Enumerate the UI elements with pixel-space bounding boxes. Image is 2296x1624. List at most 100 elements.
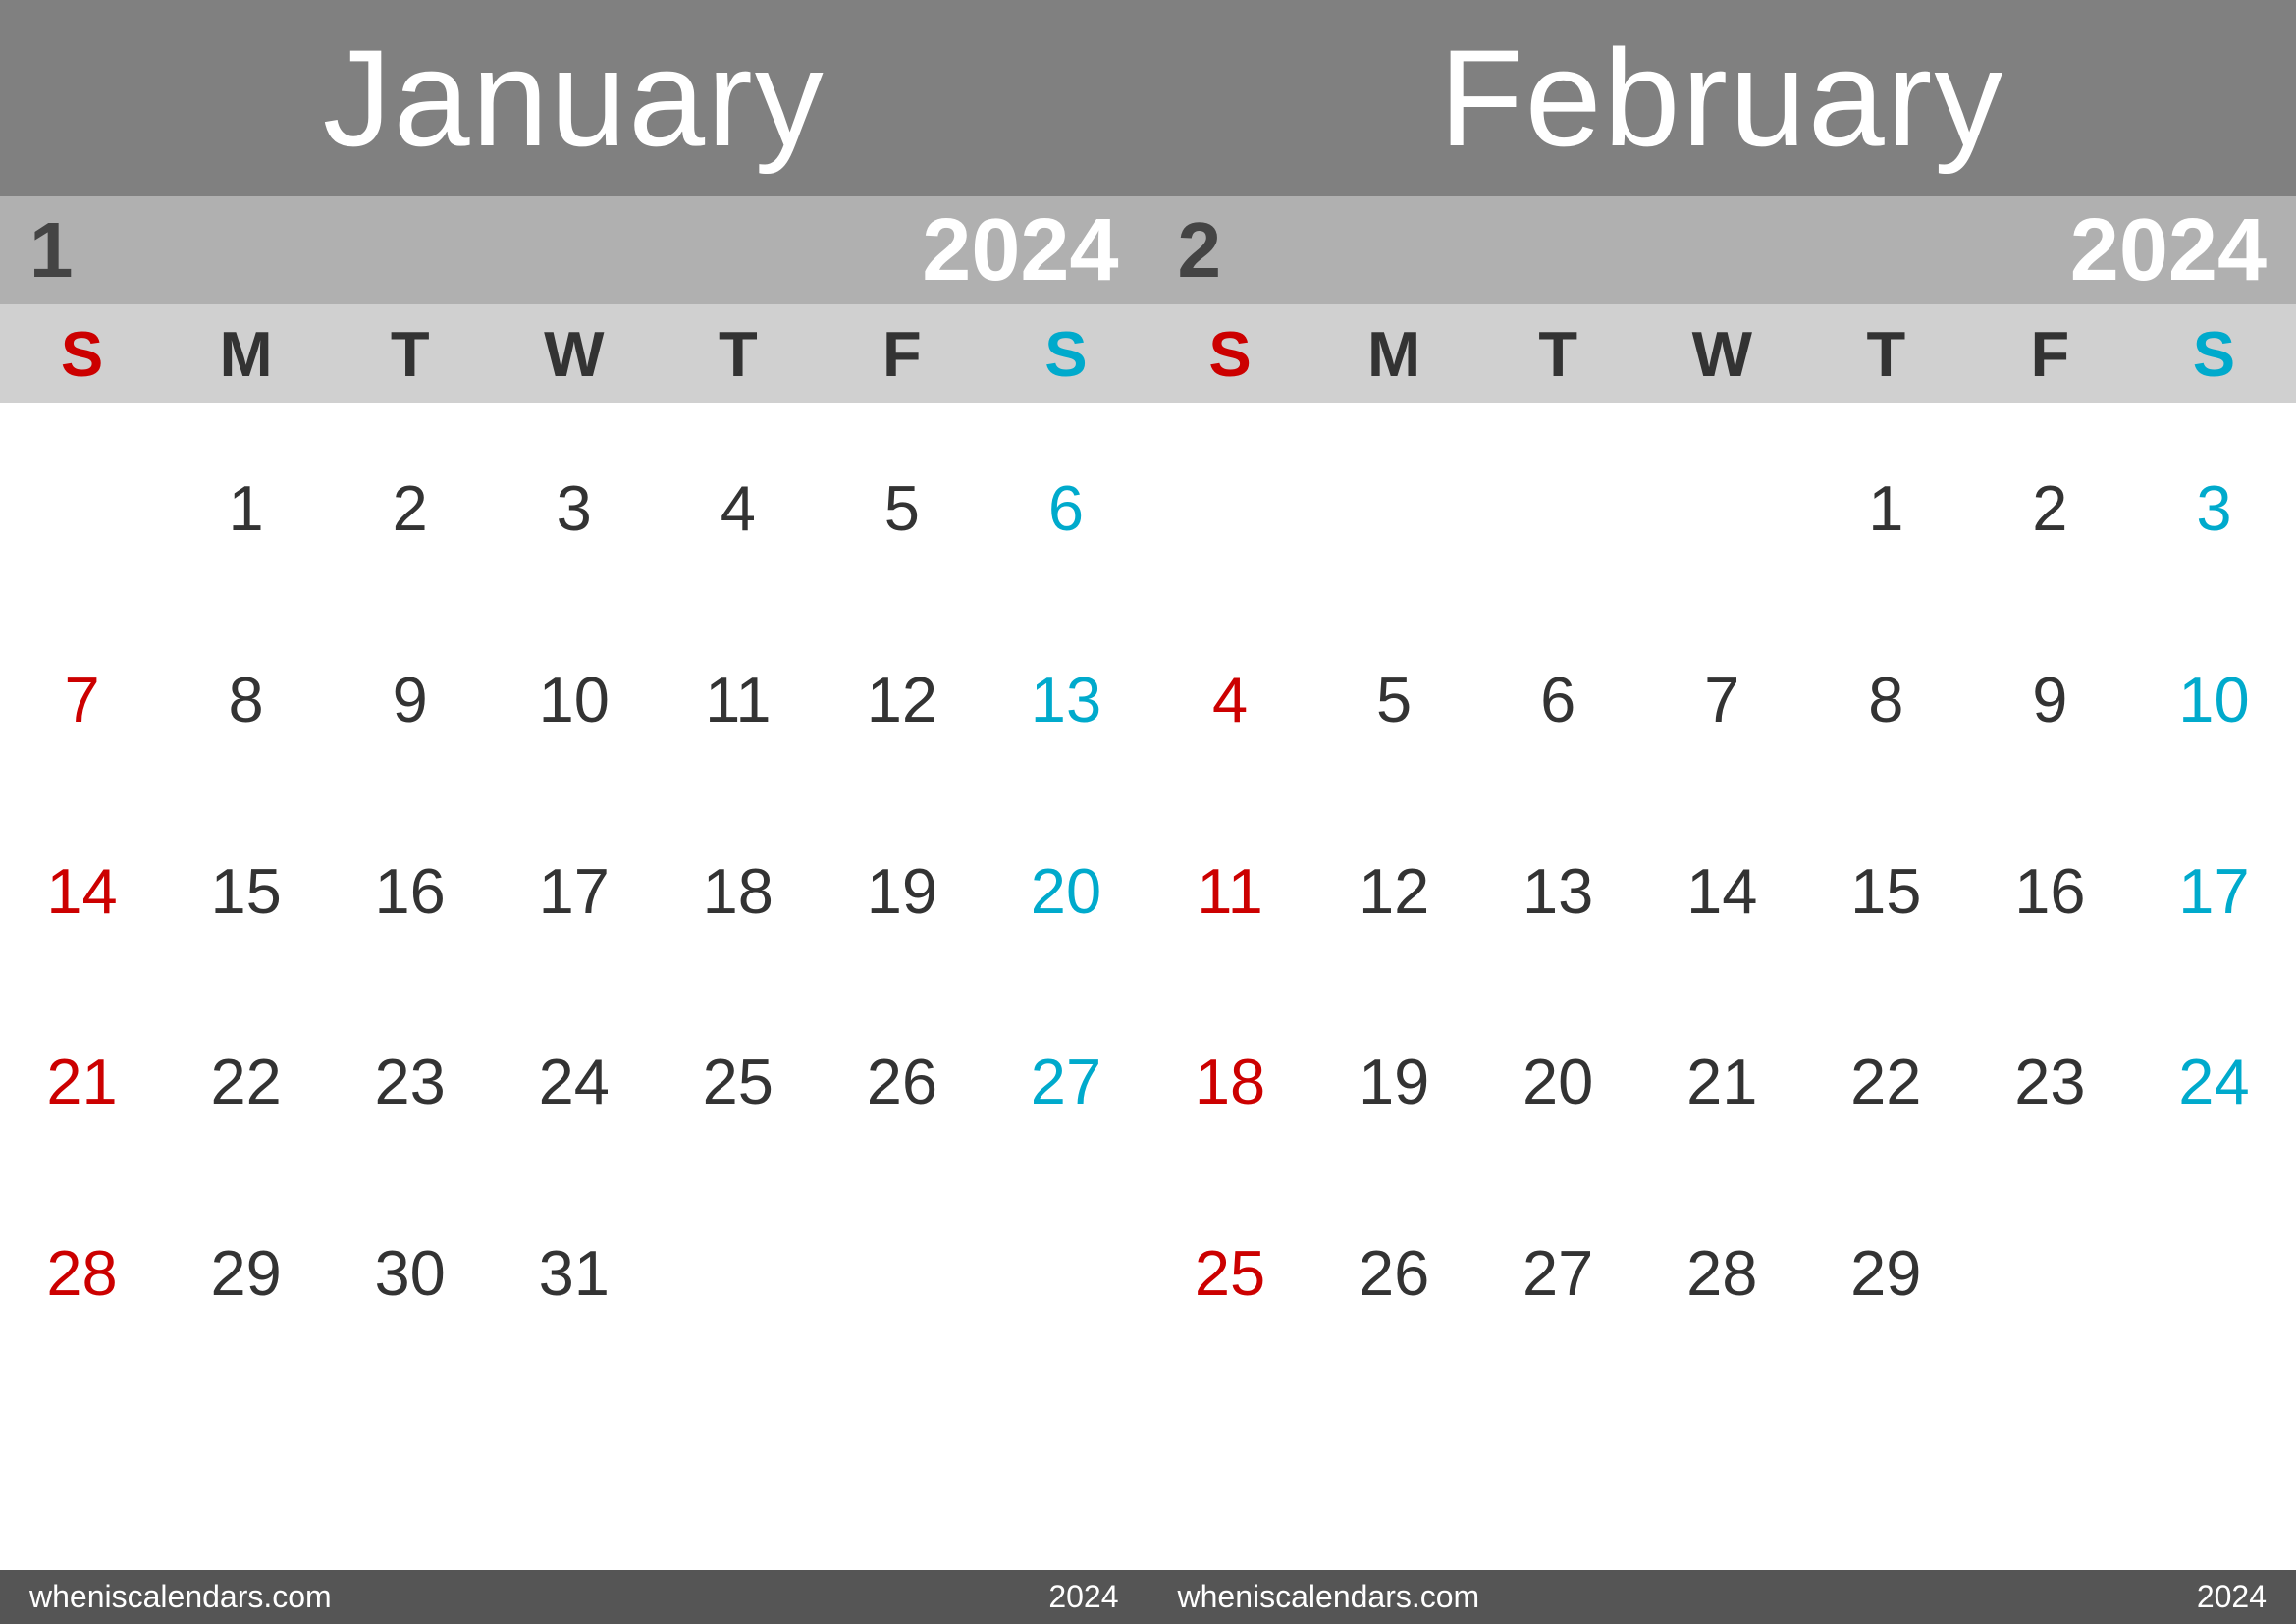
january-title: January (323, 19, 826, 178)
jan-day-cell: 27 (984, 986, 1148, 1177)
feb-day-cell: 15 (1804, 795, 1968, 987)
jan-header-wed: W (492, 317, 656, 391)
february-header: February (1148, 0, 2296, 196)
january-month-number: 1 (29, 205, 74, 296)
jan-day-cell: 10 (492, 604, 656, 795)
feb-day-cell: 1 (1804, 412, 1968, 604)
january-year-row: 1 2024 (0, 196, 1148, 304)
jan-day-cell: 20 (984, 795, 1148, 987)
jan-day-cell: 15 (164, 795, 328, 987)
feb-day-cell: 19 (1312, 986, 1476, 1177)
january-year: 2024 (922, 200, 1118, 301)
feb-day-cell (1640, 412, 1804, 604)
feb-day-cell: 12 (1312, 795, 1476, 987)
feb-day-cell: 21 (1640, 986, 1804, 1177)
january-footer-left: wheniscalendars.com (29, 1579, 332, 1615)
feb-day-cell: 16 (1968, 795, 2132, 987)
january-calendar: January 1 2024 S M T W T F S 12345678910… (0, 0, 1148, 1624)
jan-day-cell: 25 (656, 986, 820, 1177)
feb-day-cell (1476, 412, 1640, 604)
feb-day-cell (1148, 1369, 1312, 1560)
jan-day-cell (164, 1369, 328, 1560)
february-month-number: 2 (1178, 205, 1222, 296)
feb-day-cell: 17 (2132, 795, 2296, 987)
february-days-header: S M T W T F S (1148, 304, 2296, 403)
jan-day-cell (984, 1369, 1148, 1560)
jan-day-cell: 26 (820, 986, 984, 1177)
jan-header-fri: F (820, 317, 984, 391)
february-footer: wheniscalendars.com 2024 (1148, 1570, 2296, 1624)
jan-day-cell: 9 (328, 604, 492, 795)
jan-day-cell: 13 (984, 604, 1148, 795)
jan-day-cell: 7 (0, 604, 164, 795)
feb-day-cell: 5 (1312, 604, 1476, 795)
jan-day-cell (0, 1369, 164, 1560)
jan-day-cell: 30 (328, 1177, 492, 1369)
jan-day-cell: 4 (656, 412, 820, 604)
jan-day-cell: 28 (0, 1177, 164, 1369)
jan-day-cell: 12 (820, 604, 984, 795)
feb-day-cell (1640, 1369, 1804, 1560)
feb-day-cell (1312, 412, 1476, 604)
jan-day-cell: 21 (0, 986, 164, 1177)
feb-day-cell: 18 (1148, 986, 1312, 1177)
feb-day-cell: 28 (1640, 1177, 1804, 1369)
feb-day-cell: 13 (1476, 795, 1640, 987)
jan-header-sat: S (984, 317, 1148, 391)
jan-day-cell: 11 (656, 604, 820, 795)
jan-day-cell (0, 412, 164, 604)
february-grid: 1234567891011121314151617181920212223242… (1148, 403, 2296, 1570)
february-year-row: 2 2024 (1148, 196, 2296, 304)
jan-day-cell: 19 (820, 795, 984, 987)
jan-day-cell: 16 (328, 795, 492, 987)
jan-day-cell: 23 (328, 986, 492, 1177)
jan-day-cell: 5 (820, 412, 984, 604)
feb-day-cell: 14 (1640, 795, 1804, 987)
feb-day-cell: 6 (1476, 604, 1640, 795)
feb-day-cell: 20 (1476, 986, 1640, 1177)
feb-day-cell: 26 (1312, 1177, 1476, 1369)
feb-day-cell (1968, 1369, 2132, 1560)
feb-day-cell: 23 (1968, 986, 2132, 1177)
february-year: 2024 (2070, 200, 2267, 301)
feb-day-cell (1148, 412, 1312, 604)
jan-day-cell: 24 (492, 986, 656, 1177)
february-footer-right: 2024 (2197, 1579, 2267, 1615)
feb-day-cell: 25 (1148, 1177, 1312, 1369)
jan-day-cell (820, 1369, 984, 1560)
feb-day-cell (2132, 1369, 2296, 1560)
feb-day-cell (2132, 1177, 2296, 1369)
jan-day-cell (984, 1177, 1148, 1369)
feb-day-cell: 7 (1640, 604, 1804, 795)
feb-day-cell (1968, 1177, 2132, 1369)
feb-header-tue: T (1476, 317, 1640, 391)
feb-day-cell: 27 (1476, 1177, 1640, 1369)
jan-day-cell: 17 (492, 795, 656, 987)
jan-day-cell: 1 (164, 412, 328, 604)
feb-day-cell (1476, 1369, 1640, 1560)
feb-day-cell (1804, 1369, 1968, 1560)
jan-day-cell (328, 1369, 492, 1560)
january-grid: 1234567891011121314151617181920212223242… (0, 403, 1148, 1570)
jan-day-cell: 18 (656, 795, 820, 987)
feb-header-mon: M (1312, 317, 1476, 391)
feb-header-fri: F (1968, 317, 2132, 391)
jan-day-cell: 14 (0, 795, 164, 987)
feb-day-cell: 24 (2132, 986, 2296, 1177)
feb-day-cell: 11 (1148, 795, 1312, 987)
feb-header-sun: S (1148, 317, 1312, 391)
jan-day-cell (656, 1369, 820, 1560)
feb-day-cell: 4 (1148, 604, 1312, 795)
jan-day-cell (656, 1177, 820, 1369)
january-footer: wheniscalendars.com 2024 (0, 1570, 1148, 1624)
jan-day-cell: 29 (164, 1177, 328, 1369)
january-days-header: S M T W T F S (0, 304, 1148, 403)
february-footer-left: wheniscalendars.com (1178, 1579, 1480, 1615)
feb-day-cell: 22 (1804, 986, 1968, 1177)
jan-header-sun: S (0, 317, 164, 391)
feb-day-cell: 2 (1968, 412, 2132, 604)
jan-day-cell: 31 (492, 1177, 656, 1369)
jan-header-thu: T (656, 317, 820, 391)
jan-day-cell: 6 (984, 412, 1148, 604)
feb-day-cell: 8 (1804, 604, 1968, 795)
